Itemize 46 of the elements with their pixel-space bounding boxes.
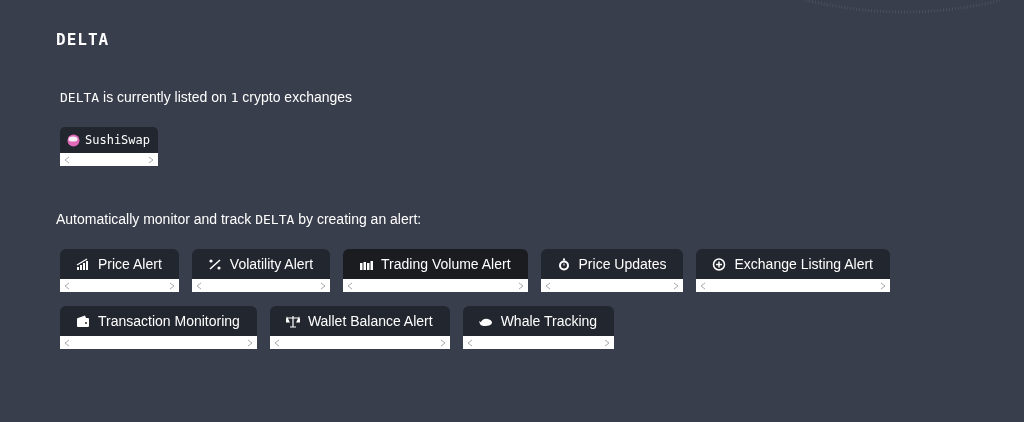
percent-icon	[207, 257, 222, 271]
sushi-icon	[67, 133, 80, 147]
scroll-right-icon[interactable]	[673, 281, 680, 290]
alert-button[interactable]: Price Alert	[60, 249, 179, 279]
stopwatch-icon	[556, 257, 571, 271]
horizontal-scrollbar[interactable]	[343, 279, 528, 292]
alert-button[interactable]: Trading Volume Alert	[343, 249, 528, 279]
horizontal-scrollbar[interactable]	[269, 336, 450, 349]
rising-chart-icon	[76, 257, 90, 271]
scroll-right-icon[interactable]	[148, 155, 155, 164]
alert-button[interactable]: Transaction Monitoring	[60, 306, 257, 336]
alert-button[interactable]: Wallet Balance Alert	[269, 306, 450, 336]
scroll-left-icon[interactable]	[347, 281, 354, 290]
alert-button[interactable]: Whale Tracking	[462, 306, 615, 336]
scroll-right-icon[interactable]	[517, 281, 524, 290]
scroll-right-icon[interactable]	[880, 281, 886, 290]
coin-title: DELTA	[56, 30, 111, 50]
horizontal-scrollbar[interactable]	[191, 279, 331, 292]
horizontal-scrollbar[interactable]	[696, 279, 890, 292]
scroll-left-icon[interactable]	[544, 281, 551, 290]
scale-icon	[285, 314, 300, 328]
scroll-left-icon[interactable]	[466, 338, 473, 347]
alert-button[interactable]: Price Updates	[540, 249, 684, 279]
listing-text: DELTA is currently listed on 1 crypto exchanges	[60, 88, 354, 107]
horizontal-scrollbar[interactable]	[540, 279, 684, 292]
horizontal-scrollbar[interactable]	[60, 336, 257, 349]
scroll-left-icon[interactable]	[273, 338, 280, 347]
wallet-icon	[76, 314, 90, 328]
plus-circle-icon	[712, 257, 727, 271]
alert-intro-text: Automatically monitor and track DELTA by creating an alert:	[56, 210, 423, 229]
exchange-button[interactable]: SushiSwap	[60, 127, 159, 153]
scroll-right-icon[interactable]	[320, 281, 327, 290]
scroll-right-icon[interactable]	[439, 338, 446, 347]
scroll-right-icon[interactable]	[168, 281, 175, 290]
scroll-left-icon[interactable]	[700, 281, 707, 290]
scroll-right-icon[interactable]	[246, 338, 253, 347]
scroll-left-icon[interactable]	[64, 338, 70, 347]
horizontal-scrollbar[interactable]	[60, 279, 179, 292]
horizontal-scrollbar[interactable]	[60, 153, 159, 166]
alert-button[interactable]: Volatility Alert	[191, 249, 331, 279]
horizontal-scrollbar[interactable]	[462, 336, 615, 349]
scroll-left-icon[interactable]	[195, 281, 202, 290]
scroll-left-icon[interactable]	[64, 155, 70, 164]
alert-button[interactable]: Exchange Listing Alert	[696, 249, 890, 279]
scroll-right-icon[interactable]	[604, 338, 611, 347]
scroll-left-icon[interactable]	[64, 281, 70, 290]
